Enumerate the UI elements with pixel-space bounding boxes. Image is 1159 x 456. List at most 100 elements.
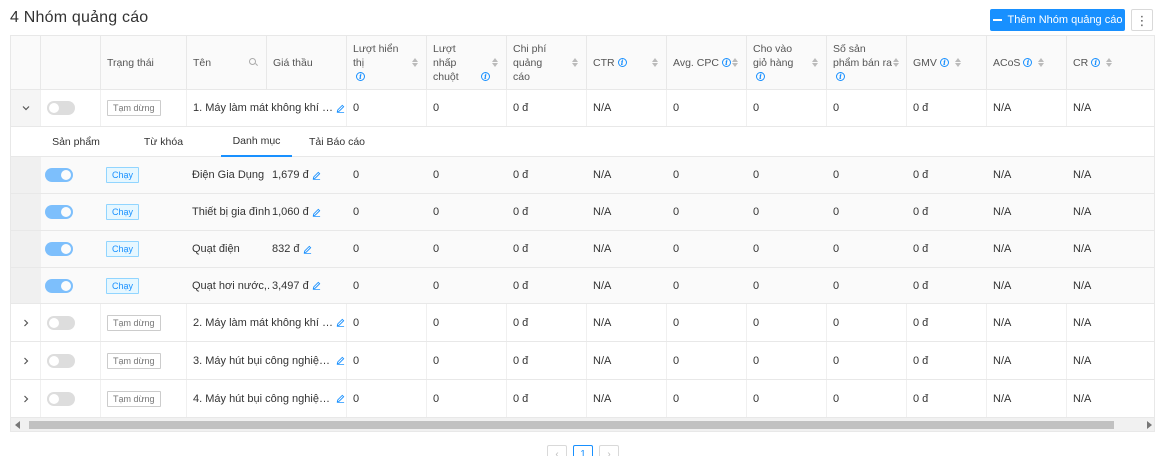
acos-cell: N/A (987, 304, 1067, 341)
status-toggle[interactable] (45, 168, 73, 182)
info-icon[interactable]: i (1023, 58, 1033, 67)
search-icon[interactable] (249, 58, 258, 67)
sort-icon[interactable] (572, 58, 578, 67)
ad-group-name[interactable]: 1. Máy làm mát không khí SU... (193, 102, 333, 114)
category-row[interactable]: Chạy Quạt hơi nước,... 3,497 đ 0 0 0 đ N… (11, 268, 1154, 304)
clicks-cell: 0 (427, 304, 507, 341)
cost-cell: 0 đ (507, 342, 587, 379)
more-vertical-icon[interactable]: ⋮ (1131, 9, 1153, 31)
collapse-row-button[interactable] (11, 90, 41, 126)
info-icon[interactable]: i (939, 58, 949, 67)
cart-cell: 0 (747, 342, 827, 379)
sort-icon[interactable] (954, 58, 961, 67)
sort-icon[interactable] (1038, 58, 1045, 67)
status-toggle[interactable] (47, 353, 75, 368)
category-row[interactable]: Chạy Thiết bị gia đình 1,060 đ 0 0 0 đ N… (11, 194, 1154, 231)
ctr-cell: N/A (587, 380, 667, 417)
status-toggle[interactable] (47, 101, 75, 115)
status-toggle[interactable] (47, 391, 75, 406)
expand-row-button[interactable] (11, 380, 41, 417)
col-cost[interactable]: Chi phí quảng cáo (507, 36, 587, 89)
chevron-down-icon (22, 106, 29, 111)
scroll-left-icon[interactable] (15, 421, 20, 429)
info-icon[interactable]: i (356, 72, 365, 82)
acos-cell: N/A (987, 380, 1067, 417)
sold-cell: 0 (827, 90, 907, 126)
bid-value: 3,497 đ (272, 279, 309, 292)
category-row[interactable]: Chạy Quạt điện 832 đ 0 0 0 đ N/A 0 0 0 0… (11, 231, 1154, 268)
pencil-icon[interactable] (336, 394, 345, 403)
scrollbar-thumb[interactable] (29, 421, 1114, 429)
col-clicks[interactable]: Lượt nhấp chuột i (427, 36, 507, 89)
status-badge: Chạy (106, 277, 140, 294)
col-cr[interactable]: CR i (1067, 36, 1154, 89)
horizontal-scrollbar[interactable] (11, 418, 1154, 431)
table-row[interactable]: Tạm dừng 1. Máy làm mát không khí SU... … (11, 90, 1154, 127)
sort-icon[interactable] (812, 58, 818, 67)
expand-row-button[interactable] (11, 304, 41, 341)
col-impressions[interactable]: Lượt hiển thị i (347, 36, 427, 89)
ad-group-name[interactable]: 2. Máy làm mát không khí SU... (193, 317, 333, 329)
add-ad-group-button[interactable]: Thêm Nhóm quảng cáo (990, 9, 1125, 31)
pencil-icon[interactable] (312, 208, 321, 217)
col-add-to-cart[interactable]: Cho vào giỏ hàng i (747, 36, 827, 89)
sort-icon[interactable] (732, 58, 738, 67)
impressions-cell: 0 (347, 342, 427, 379)
table-row[interactable]: Tạm dừng 3. Máy hút bụi công nghiệp Hi..… (11, 342, 1154, 380)
sort-icon[interactable] (1106, 58, 1113, 67)
prev-page-button[interactable]: ‹ (547, 445, 567, 456)
clicks-cell: 0 (433, 206, 440, 218)
pencil-icon[interactable] (336, 104, 345, 113)
cr-cell: N/A (1073, 243, 1092, 255)
table-row[interactable]: Tạm dừng 2. Máy làm mát không khí SU... … (11, 304, 1154, 342)
info-icon[interactable]: i (721, 58, 731, 67)
status-badge: Chạy (106, 167, 140, 183)
status-toggle[interactable] (45, 205, 73, 219)
col-ctr[interactable]: CTR i (587, 36, 667, 89)
ad-group-name[interactable]: 3. Máy hút bụi công nghiệp Hi... (193, 355, 333, 367)
pencil-icon[interactable] (312, 171, 321, 180)
status-toggle[interactable] (45, 242, 73, 256)
page-button-current[interactable]: 1 (573, 445, 593, 456)
bid-value: 1,060 đ (272, 206, 309, 218)
ad-group-name[interactable]: 4. Máy hút bụi công nghiệp Hi... (193, 393, 333, 405)
sort-icon[interactable] (492, 58, 498, 67)
scroll-right-icon[interactable] (1147, 421, 1152, 429)
tab-download-report[interactable]: Tải Báo cáo (301, 127, 373, 157)
ctr-cell: N/A (593, 279, 612, 292)
info-icon[interactable]: i (480, 72, 490, 82)
sort-icon[interactable] (893, 58, 899, 67)
col-acos[interactable]: ACoS i (987, 36, 1067, 89)
sort-icon[interactable] (412, 58, 418, 67)
page-title: 4 Nhóm quảng cáo (10, 9, 149, 26)
status-toggle[interactable] (45, 278, 73, 293)
info-icon[interactable]: i (1091, 58, 1101, 67)
expand-row-button[interactable] (11, 342, 41, 379)
tab-categories[interactable]: Danh mục (221, 127, 292, 157)
col-items-sold[interactable]: Số sản phẩm bán ra i (827, 36, 907, 89)
table-row[interactable]: Tạm dừng 4. Máy hút bụi công nghiệp Hi..… (11, 380, 1154, 418)
ctr-cell: N/A (587, 304, 667, 341)
cart-cell: 0 (753, 243, 760, 255)
pencil-icon[interactable] (336, 318, 345, 327)
tab-products[interactable]: Sản phẩm (41, 127, 111, 157)
info-icon[interactable]: i (836, 72, 845, 82)
col-gmv[interactable]: GMV i (907, 36, 987, 89)
category-row[interactable]: Chạy Điện Gia Dụng 1,679 đ 0 0 0 đ N/A 0… (11, 157, 1154, 194)
expand-column-header (11, 36, 41, 89)
col-avg-cpc[interactable]: Avg. CPC i (667, 36, 747, 89)
cart-cell: 0 (753, 206, 760, 218)
cr-cell: N/A (1073, 169, 1092, 181)
tab-keywords[interactable]: Từ khóa (126, 127, 201, 157)
toggle-column-header (41, 36, 101, 89)
info-icon[interactable]: i (617, 58, 627, 67)
cost-cell: 0 đ (513, 206, 529, 218)
pencil-icon[interactable] (312, 281, 321, 290)
next-page-button[interactable]: › (599, 445, 619, 456)
pencil-icon[interactable] (336, 356, 345, 365)
status-toggle[interactable] (47, 315, 75, 330)
info-icon[interactable]: i (756, 72, 765, 82)
clicks-cell: 0 (433, 169, 440, 181)
pencil-icon[interactable] (303, 245, 312, 254)
sort-icon[interactable] (652, 58, 658, 67)
